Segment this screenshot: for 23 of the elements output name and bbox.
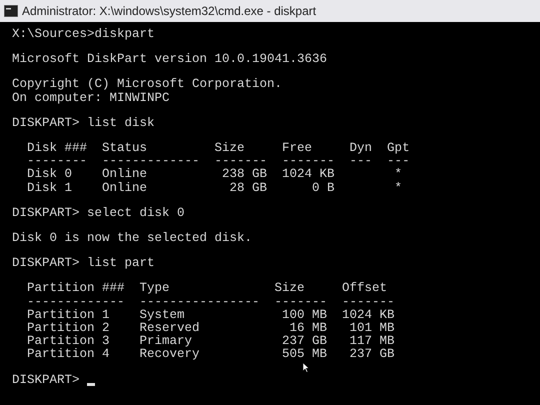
console-line: Partition 4 Recovery 505 MB 237 GB [26,348,395,362]
mouse-pointer-icon [302,362,310,373]
console-line: Partition 1 System 100 MB 1024 KB [26,308,395,322]
console-line: Disk 0 is now the selected disk. [12,232,252,246]
console-line: Disk 0 Online 238 GB 1024 KB * [26,168,402,182]
console-line: Copyright (C) Microsoft Corporation. [12,78,282,92]
console-line: Disk 1 Online 28 GB 0 B * [26,182,402,195]
console-line: Partition 2 Reserved 16 MB 101 MB [26,322,395,336]
console-line: Disk ### Status Size Free Dyn Gpt [26,142,410,156]
console-line: ------------- ---------------- ------- ------- [26,296,395,309]
console-line: On computer: MINWINPC [12,92,170,105]
console-line: DISKPART> list part [12,257,155,270]
console-line: DISKPART> select disk 0 [12,206,185,220]
text-cursor [87,382,96,386]
console-line: DISKPART> list disk [12,116,155,130]
console-line: -------- ------------- ------- ------- --- --- [26,155,410,168]
window-title: Administrator: X:\windows\system32\cmd.exe - diskpart [22,3,316,20]
console-line: Partition 3 Primary 237 GB 117 MB [26,335,395,348]
console-line: Partition ### Type Size Offset [26,282,388,296]
terminal-icon [4,5,18,17]
command-prompt: DISKPART> [12,374,81,387]
console-line: X:\Sources>diskpart [12,28,155,42]
console-line: Microsoft DiskPart version 10.0.19041.3636 [12,53,328,66]
